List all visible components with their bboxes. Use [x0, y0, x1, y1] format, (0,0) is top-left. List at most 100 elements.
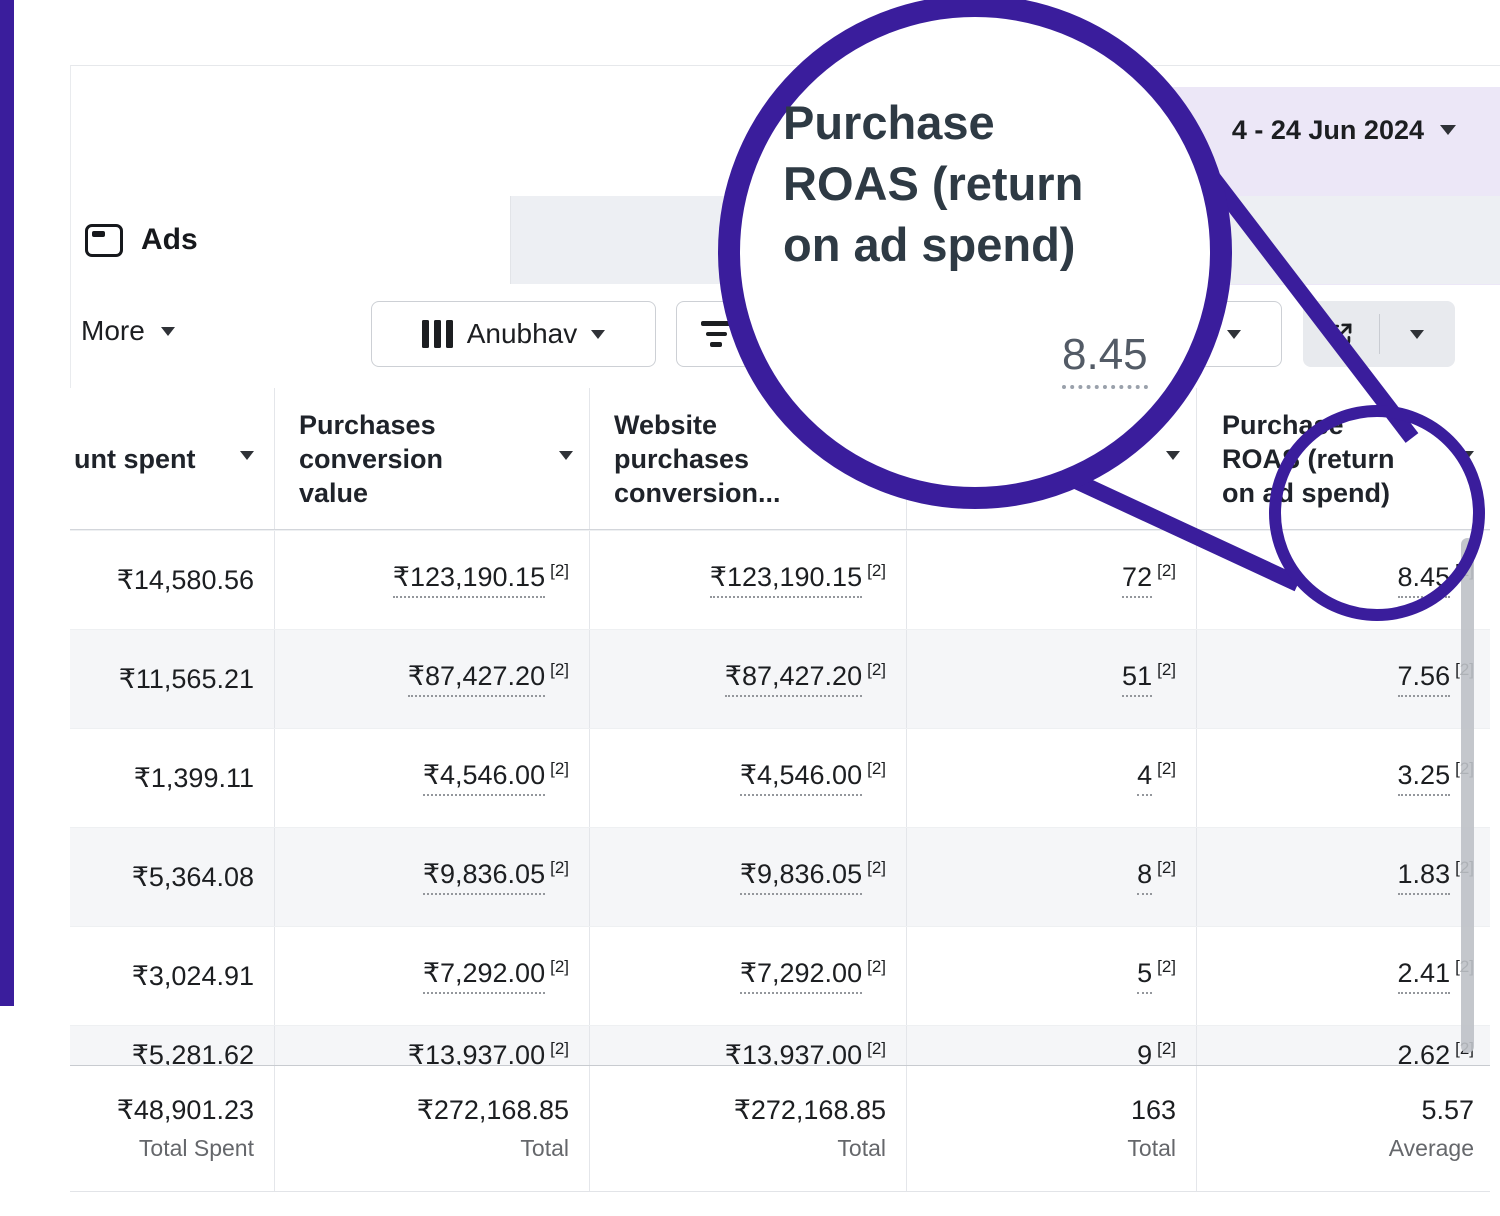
metric-value[interactable]: 7.56 [1398, 661, 1451, 697]
conversion-value-cell: ₹4,546.00[2] [275, 729, 590, 827]
sort-caret-icon[interactable] [240, 451, 254, 460]
tab-ads[interactable]: Ads [71, 196, 511, 284]
amount-spent-cell: ₹14,580.56 [70, 531, 275, 629]
footnote-marker: [2] [550, 1039, 569, 1059]
amount-spent-cell: ₹11,565.21 [70, 630, 275, 728]
annotation-value: 8.45 [1062, 330, 1148, 389]
footnote-marker: [2] [1157, 759, 1176, 779]
footnote-marker: [2] [867, 957, 886, 977]
col-header-website-purchases-conversion[interactable]: Website purchases conversion... [590, 388, 907, 529]
totals-row: ₹48,901.23 Total Spent ₹272,168.85 Total… [70, 1065, 1490, 1192]
metric-value[interactable]: 8.45 [1398, 562, 1451, 598]
breakdown-button[interactable] [676, 301, 926, 367]
metric-value[interactable]: ₹4,546.00 [740, 760, 862, 796]
website-conversion-cell: ₹4,546.00 [2] [590, 729, 907, 827]
table-header-row: unt spent Purchases conversion value Web… [70, 388, 1490, 530]
metric-value[interactable]: ₹87,427.20 [408, 661, 545, 697]
metric-value[interactable]: ₹9,836.05 [740, 859, 862, 895]
columns-icon [422, 320, 453, 348]
amount-spent-cell: ₹5,364.08 [70, 828, 275, 926]
col-header-label: unt spent [74, 442, 196, 476]
footnote-marker: [2] [550, 660, 569, 680]
table-row: ₹5,364.08 ₹9,836.05 [2] ₹9,836.05 [2] 8[2]… [70, 827, 1490, 926]
metric-value[interactable]: 51 [1122, 661, 1152, 697]
conversion-value-cell: ₹87,427.20 [2] [275, 630, 590, 728]
more-button[interactable]: More [81, 315, 175, 347]
metric-value[interactable]: 8 [1137, 859, 1152, 895]
table-row: ₹11,565.21 ₹87,427.20 [2] ₹87,427.20 [2] 5… [70, 629, 1490, 728]
roas-cell: 7.56[2] [1197, 630, 1490, 728]
col-header-label: Purchases conversion value [299, 408, 474, 510]
conversion-value-cell: ₹123,190.15 [2] [275, 531, 590, 629]
roas-cell: 3.25[2] [1197, 729, 1490, 827]
metric-value[interactable]: ₹7,292.00 [423, 958, 545, 994]
sort-caret-icon[interactable] [876, 451, 890, 460]
metric-value[interactable]: ₹123,190.15 [710, 562, 862, 598]
annotation-headline: Purchase ROAS (return on ad spend) [783, 92, 1163, 275]
roas-cell: 8.45[2] [1197, 531, 1490, 629]
footnote-marker: [2] [1157, 660, 1176, 680]
col-header-purchase-roas[interactable]: Purchase ROAS (return on ad spend) [1197, 388, 1490, 529]
table-row: ₹3,024.91 ₹7,292.00[2] ₹7,292.00[2] 5[2]… [70, 926, 1490, 1025]
footnote-marker: [2] [867, 561, 886, 581]
sort-caret-icon[interactable] [559, 451, 573, 460]
footnote-marker: [2] [867, 759, 886, 779]
col-header-purchases[interactable] [907, 388, 1197, 529]
metric-value[interactable]: 3.25 [1398, 760, 1451, 796]
website-conversion-cell: ₹123,190.15 [2] [590, 531, 907, 629]
total-purchases-cell: 163 Total [907, 1066, 1197, 1191]
metric-value[interactable]: 4 [1137, 760, 1152, 796]
metric-value[interactable]: ₹4,546.00 [423, 760, 545, 796]
metric-value[interactable]: 5 [1137, 958, 1152, 994]
sort-caret-icon[interactable] [1166, 451, 1180, 460]
footnote-marker: [2] [867, 858, 886, 878]
website-conversion-cell: ₹7,292.00 [2] [590, 927, 907, 1025]
total-website-conversion-cell: ₹272,168.85 Total [590, 1066, 907, 1191]
roas-cell: 1.83[2] [1197, 828, 1490, 926]
export-icon [1327, 321, 1354, 348]
conversion-value-cell: ₹9,836.05 [2] [275, 828, 590, 926]
total-spent-cell: ₹48,901.23 Total Spent [70, 1066, 275, 1191]
date-range-selector[interactable]: 4 - 24 Jun 2024 [1232, 109, 1456, 151]
col-header-purchases-conversion-value[interactable]: Purchases conversion value [275, 388, 590, 529]
sort-caret-icon[interactable] [1460, 451, 1474, 460]
footnote-marker: [2] [867, 660, 886, 680]
roas-cell: 2.41[2] [1197, 927, 1490, 1025]
reports-dropdown-button[interactable] [1186, 301, 1282, 367]
footnote-marker: [2] [550, 561, 569, 581]
col-header-amount-spent[interactable]: unt spent [70, 388, 275, 529]
export-button[interactable] [1303, 301, 1379, 367]
conversion-value-cell: ₹7,292.00 [2] [275, 927, 590, 1025]
footnote-marker: [2] [550, 957, 569, 977]
tab-ads-label: Ads [141, 223, 198, 257]
metric-value[interactable]: ₹123,190.15 [393, 562, 545, 598]
vertical-scrollbar[interactable] [1461, 538, 1474, 1053]
export-split-button[interactable] [1303, 301, 1455, 367]
table-row: ₹14,580.56 ₹123,190.15 [2] ₹123,190.15 [2]… [70, 530, 1490, 629]
ads-table: unt spent Purchases conversion value Web… [70, 388, 1490, 1192]
footnote-marker: [2] [550, 858, 569, 878]
website-conversion-cell: ₹87,427.20 [2] [590, 630, 907, 728]
metric-value[interactable]: 2.41 [1398, 958, 1451, 994]
purchases-cell: 51 [2] [907, 630, 1197, 728]
date-range-text: 4 - 24 Jun 2024 [1232, 115, 1424, 146]
chevron-down-icon [1227, 330, 1241, 339]
metric-value[interactable]: 1.83 [1398, 859, 1451, 895]
metric-value[interactable]: ₹87,427.20 [725, 661, 862, 697]
purchases-cell: 8[2] [907, 828, 1197, 926]
metric-value[interactable]: ₹7,292.00 [740, 958, 862, 994]
metric-value[interactable]: 72 [1122, 562, 1152, 598]
more-button-label: More [81, 315, 145, 347]
footnote-marker: [2] [1157, 957, 1176, 977]
metric-value[interactable]: ₹9,836.05 [423, 859, 545, 895]
export-options-button[interactable] [1380, 301, 1456, 367]
chevron-down-icon [161, 327, 175, 336]
chevron-down-icon [1410, 330, 1424, 339]
table-row: ₹1,399.11 ₹4,546.00[2] ₹4,546.00[2] 4[2]… [70, 728, 1490, 827]
purchases-cell: 5 [2] [907, 927, 1197, 1025]
filter-icon [701, 321, 731, 347]
chevron-down-icon [591, 330, 605, 339]
footnote-marker: [2] [1157, 1039, 1176, 1059]
columns-preset-button[interactable]: Anubhav [371, 301, 656, 367]
col-header-label: Website purchases conversion... [614, 408, 814, 510]
